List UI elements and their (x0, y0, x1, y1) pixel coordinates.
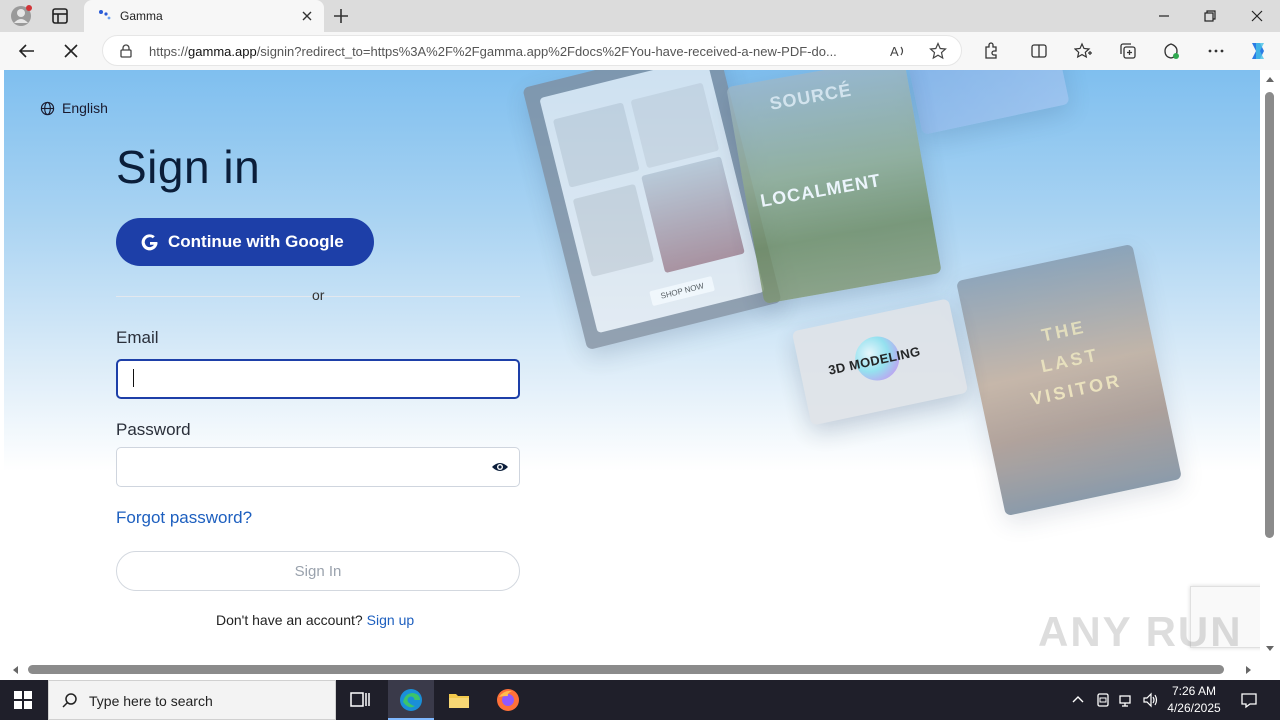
page-title: Sign in (116, 141, 261, 193)
task-view-icon[interactable] (348, 688, 372, 712)
vertical-scrollbar[interactable] (1260, 70, 1280, 660)
taskbar-search-placeholder: Type here to search (89, 693, 213, 709)
copilot-icon[interactable] (1246, 39, 1270, 63)
no-account-text: Don't have an account? (216, 612, 363, 628)
file-explorer-icon[interactable] (447, 688, 471, 712)
collage-thumb (552, 102, 640, 188)
sign-in-button[interactable]: Sign In (116, 551, 520, 591)
browser-toolbar: https://gamma.app/signin?redirect_to=htt… (0, 32, 1280, 70)
taskbar-edge[interactable] (388, 680, 434, 720)
tab-actions-icon[interactable] (50, 6, 70, 26)
collage-thumb-person (641, 156, 745, 274)
edge-icon (400, 689, 422, 711)
or-divider-text: or (312, 287, 325, 303)
google-icon (141, 234, 158, 251)
svg-text:A: A (890, 44, 899, 59)
close-window-icon[interactable] (1249, 8, 1265, 24)
password-field[interactable] (116, 447, 520, 487)
clock-time: 7:26 AM (1171, 684, 1217, 698)
collage-card-localment: SOURCÉ LOCALMENT (726, 70, 942, 304)
firefox-icon[interactable] (496, 688, 520, 712)
clock-date: 4/26/2025 (1167, 701, 1221, 715)
notifications-icon[interactable] (1240, 691, 1258, 709)
taskbar-clock[interactable]: 7:26 AM 4/26/2025 (1164, 683, 1224, 717)
email-field[interactable] (116, 359, 520, 399)
url-host: gamma.app (188, 44, 257, 59)
split-screen-icon[interactable] (1030, 42, 1048, 60)
collage-card-blue (908, 70, 1070, 135)
scroll-left-arrow-icon[interactable] (12, 666, 20, 674)
url-text: https://gamma.app/signin?redirect_to=htt… (149, 44, 879, 59)
restore-icon[interactable] (1202, 8, 1218, 24)
collage-shop-now: SHOP NOW (649, 275, 716, 307)
show-password-eye-icon[interactable] (491, 459, 509, 475)
collections-icon[interactable] (1119, 42, 1137, 60)
windows-start-icon[interactable] (14, 691, 32, 709)
email-label: Email (116, 328, 159, 347)
text-caret (133, 369, 134, 387)
collage-visitor-text: THE LAST VISITOR (1028, 316, 1124, 410)
tab-title: Gamma (120, 9, 163, 23)
search-icon (62, 693, 77, 708)
url-path: /signin?redirect_to=https%3A%2F%2Fgamma.… (256, 44, 837, 59)
read-aloud-icon[interactable]: A (889, 42, 907, 60)
globe-icon (40, 101, 55, 115)
google-button-label: Continue with Google (168, 232, 344, 251)
volume-icon[interactable] (1142, 692, 1158, 708)
signup-row: Don't have an account? Sign up (216, 612, 414, 628)
stop-loading-icon[interactable] (62, 42, 80, 60)
collage-card-3d-modeling: 3D MODELING (791, 298, 969, 426)
lock-icon[interactable] (119, 44, 133, 58)
favorite-star-icon[interactable] (929, 42, 947, 60)
tab-strip: Gamma (0, 0, 1280, 32)
address-bar[interactable]: https://gamma.app/signin?redirect_to=htt… (102, 35, 962, 66)
windows-taskbar: Type here to search 7:26 AM 4/26/2025 (0, 680, 1280, 720)
page-viewport: SHOP NOW SOURCÉ LOCALMENT THE LAST VISIT… (4, 70, 1260, 660)
browser-essentials-icon[interactable] (1162, 42, 1180, 60)
taskbar-search-box[interactable]: Type here to search (48, 680, 336, 720)
back-icon[interactable] (18, 42, 36, 60)
network-icon[interactable] (1118, 692, 1134, 708)
scroll-up-arrow-icon[interactable] (1266, 76, 1274, 84)
more-menu-icon[interactable] (1207, 42, 1225, 60)
sign-up-link[interactable]: Sign up (367, 612, 414, 628)
horizontal-scrollbar[interactable] (4, 660, 1260, 680)
collage-thumb (630, 82, 720, 169)
gamma-favicon-icon (99, 10, 111, 20)
close-tab-icon[interactable] (300, 9, 314, 23)
language-selector[interactable]: English (40, 100, 108, 116)
forgot-password-link[interactable]: Forgot password? (116, 508, 252, 528)
favorites-icon[interactable] (1074, 42, 1092, 60)
new-tab-icon[interactable] (332, 7, 350, 25)
scroll-right-arrow-icon[interactable] (1244, 666, 1252, 674)
collage-localment-text: LOCALMENT (758, 170, 883, 211)
password-label: Password (116, 420, 191, 439)
continue-with-google-button[interactable]: Continue with Google (116, 218, 374, 266)
collage-source-text: SOURCÉ (768, 79, 854, 114)
collage-thumb (572, 183, 655, 277)
scroll-down-arrow-icon[interactable] (1266, 644, 1274, 652)
url-prefix: https:// (149, 44, 189, 59)
tray-chevron-up-icon[interactable] (1070, 692, 1086, 708)
collage-card-visitor: THE LAST VISITOR (956, 243, 1182, 517)
minimize-icon[interactable] (1156, 8, 1172, 24)
horizontal-scroll-thumb[interactable] (28, 665, 1224, 674)
device-icon[interactable] (1095, 692, 1111, 708)
profile-icon[interactable] (10, 5, 32, 27)
watermark-text: ANY RUN (1038, 608, 1243, 655)
vertical-scroll-thumb[interactable] (1265, 92, 1274, 538)
tab-gamma[interactable]: Gamma (84, 0, 324, 32)
extensions-icon[interactable] (982, 42, 1000, 60)
language-label: English (62, 100, 108, 116)
